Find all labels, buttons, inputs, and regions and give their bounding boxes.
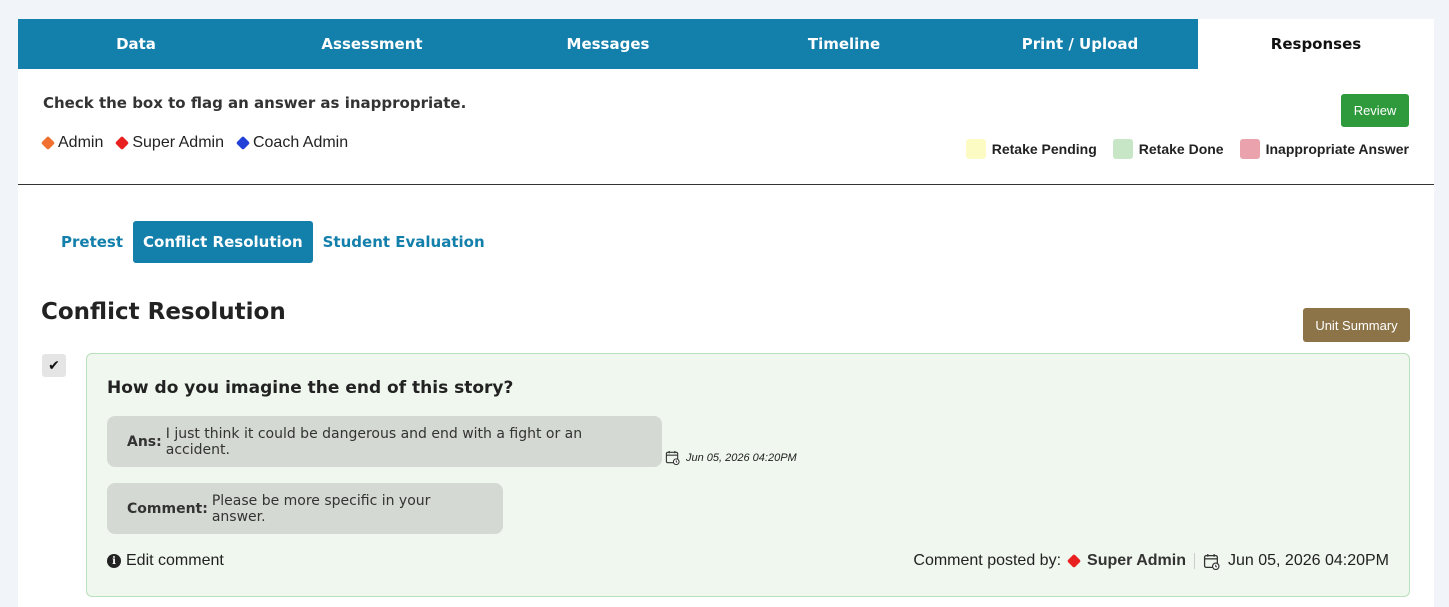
comment-label: Comment: (127, 500, 208, 517)
answer-date: Jun 05, 2026 04:20PM (665, 450, 797, 465)
status-label: Inappropriate Answer (1265, 141, 1409, 157)
comment-posted-by: Comment posted by: Super Admin Jun 05, 2… (913, 552, 1389, 570)
answer-label: Ans: (127, 433, 162, 450)
super-admin-dot-icon (1066, 553, 1082, 569)
comment-text: Please be more specific in your answer. (211, 492, 431, 525)
status-label: Retake Done (1138, 141, 1224, 157)
tab-data[interactable]: Data (18, 19, 254, 69)
role-super-admin: Super Admin (115, 134, 224, 152)
tab-assessment[interactable]: Assessment (254, 19, 490, 69)
status-retake-done: Retake Done (1112, 139, 1224, 159)
role-label: Admin (58, 134, 104, 151)
comment-bubble: Comment: Please be more specific in your… (107, 483, 503, 534)
posted-by-label: Comment posted by: (913, 552, 1062, 569)
subtab-student-evaluation[interactable]: Student Evaluation (313, 221, 495, 263)
header-divider (18, 184, 1434, 185)
checkmark-icon: ✔ (48, 357, 60, 374)
retake-done-swatch (1112, 139, 1133, 159)
answer-bubble: Ans: I just think it could be dangerous … (107, 416, 662, 467)
calendar-clock-icon (1203, 553, 1220, 570)
role-legend: Admin Super Admin Coach Admin (40, 134, 349, 152)
role-label: Super Admin (132, 134, 224, 151)
tab-timeline[interactable]: Timeline (726, 19, 962, 69)
tab-messages[interactable]: Messages (490, 19, 726, 69)
answer-date-text: Jun 05, 2026 04:20PM (686, 451, 797, 464)
flag-checkbox[interactable]: ✔ (42, 354, 66, 377)
retake-pending-swatch (965, 139, 986, 159)
status-inappropriate: Inappropriate Answer (1239, 139, 1409, 159)
calendar-clock-icon (665, 450, 680, 465)
inappropriate-swatch (1239, 139, 1260, 159)
status-label: Retake Pending (991, 141, 1097, 157)
flag-instruction: Check the box to flag an answer as inapp… (43, 94, 467, 112)
responses-panel: Check the box to flag an answer as inapp… (18, 69, 1434, 607)
unit-summary-button[interactable]: Unit Summary (1303, 308, 1410, 342)
role-coach-admin: Coach Admin (235, 134, 349, 152)
unit-subtabs: Pretest Conflict Resolution Student Eval… (51, 221, 495, 263)
role-label: Coach Admin (252, 134, 349, 151)
question-text: How do you imagine the end of this story… (107, 378, 514, 398)
role-admin: Admin (40, 134, 104, 152)
answer-text: I just think it could be dangerous and e… (165, 425, 583, 458)
posted-date: Jun 05, 2026 04:20PM (1227, 552, 1389, 569)
info-icon: i (107, 554, 121, 568)
admin-dot-icon (40, 135, 56, 151)
status-legend: Retake Pending Retake Done Inappropriate… (965, 139, 1409, 159)
status-retake-pending: Retake Pending (965, 139, 1097, 159)
subtab-conflict-resolution[interactable]: Conflict Resolution (133, 221, 313, 263)
coach-admin-dot-icon (235, 135, 251, 151)
review-button[interactable]: Review (1341, 94, 1409, 127)
subtab-pretest[interactable]: Pretest (51, 221, 133, 263)
separator (1193, 553, 1195, 569)
posted-by-name: Super Admin (1087, 552, 1186, 569)
section-title: Conflict Resolution (41, 299, 286, 325)
tab-responses[interactable]: Responses (1198, 19, 1434, 69)
main-tabs: Data Assessment Messages Timeline Print … (18, 19, 1434, 69)
edit-comment-link[interactable]: i Edit comment (107, 552, 224, 570)
response-card: How do you imagine the end of this story… (86, 353, 1410, 597)
edit-comment-label: Edit comment (126, 552, 224, 569)
tab-print-upload[interactable]: Print / Upload (962, 19, 1198, 69)
super-admin-dot-icon (115, 135, 130, 151)
